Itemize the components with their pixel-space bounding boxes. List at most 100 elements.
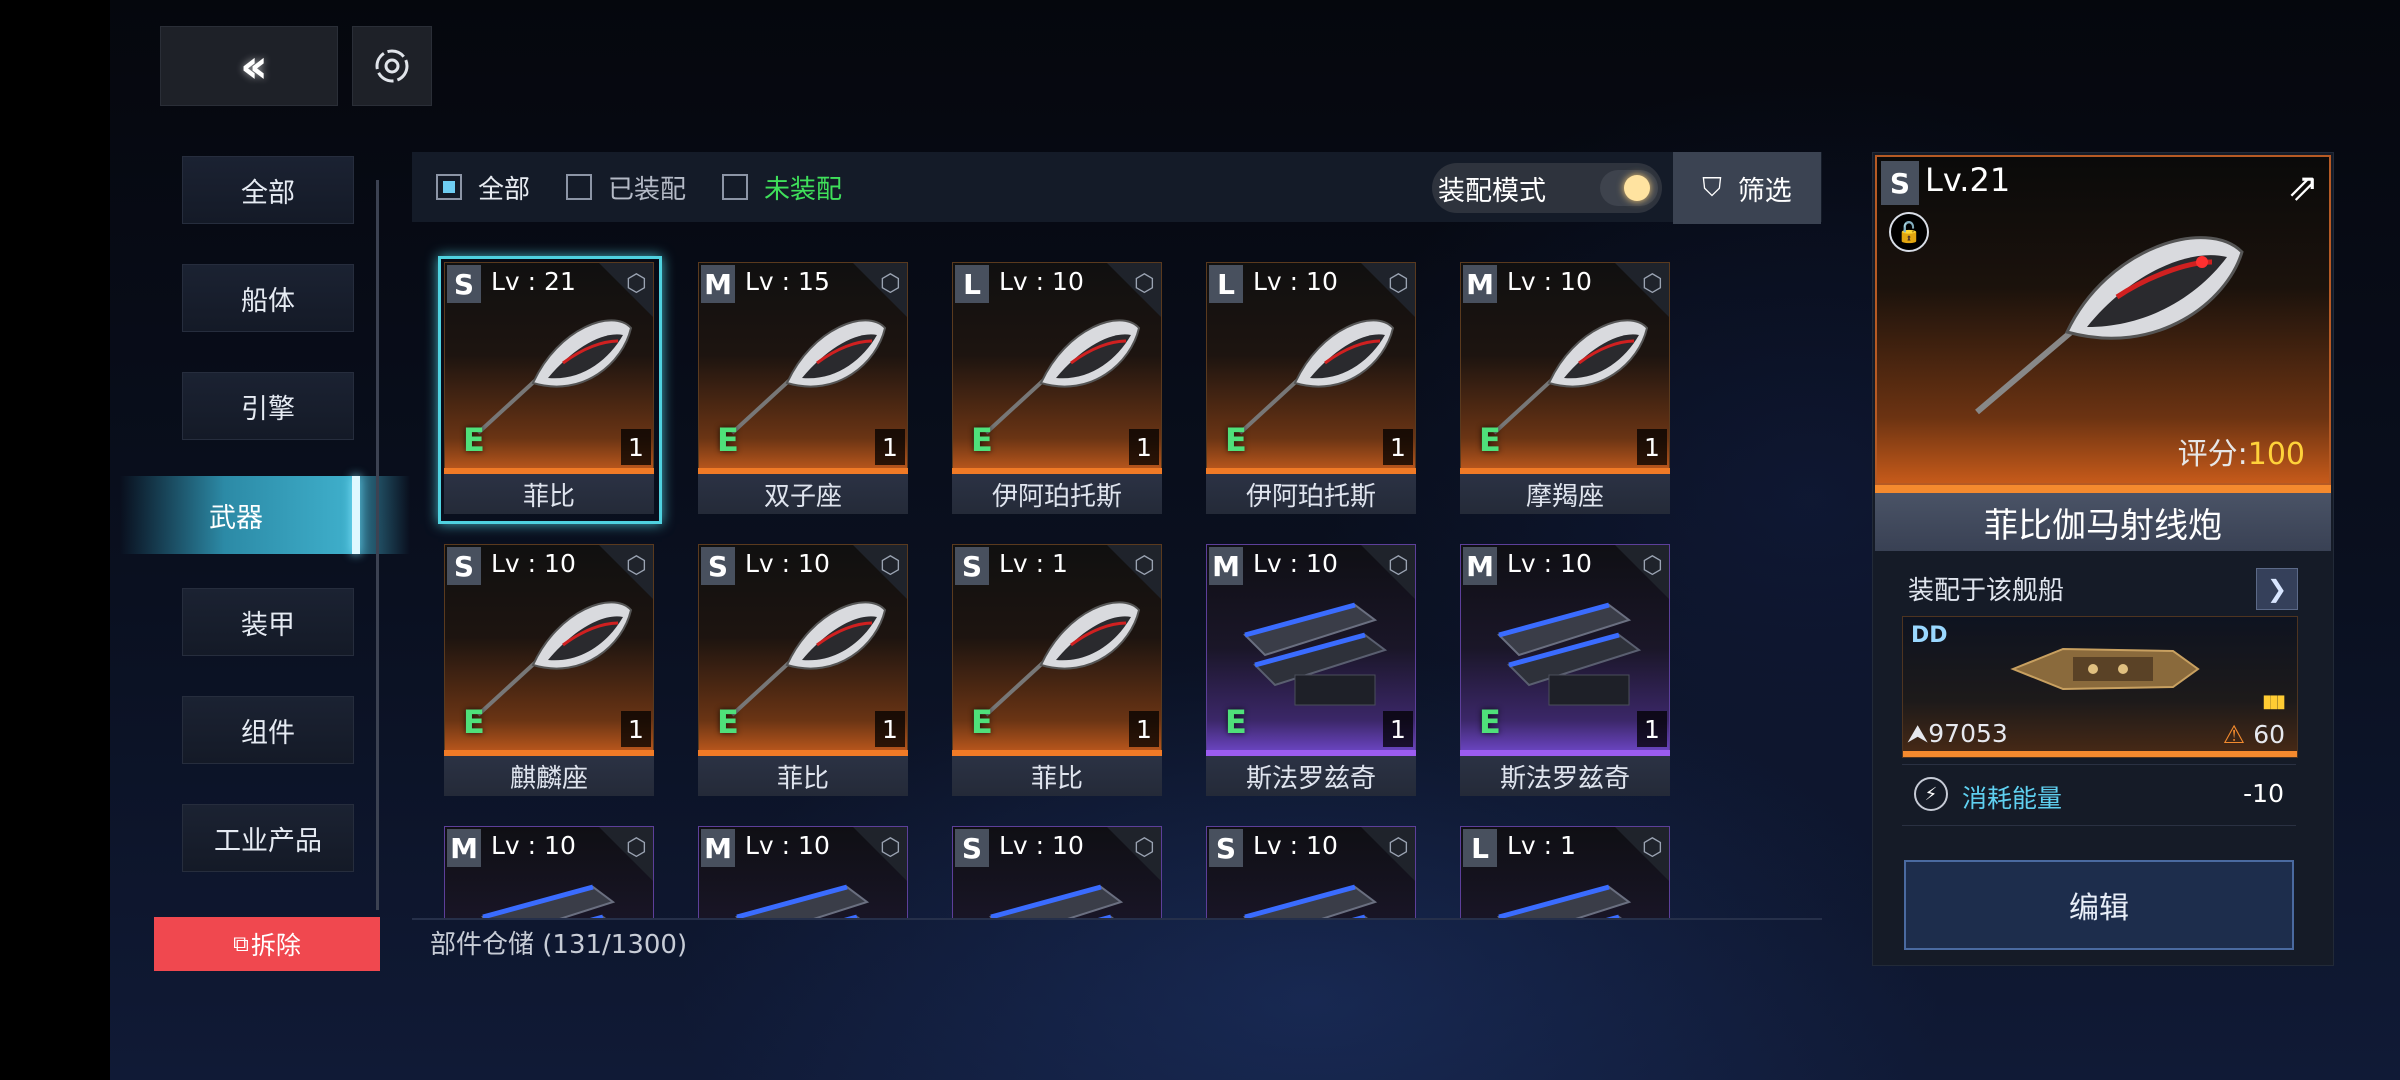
faction-icon: ⬡: [626, 833, 647, 861]
faction-icon: ⬡: [880, 551, 901, 579]
switch-knob: [1624, 175, 1650, 201]
active-glow: [360, 476, 410, 554]
item-card[interactable]: ⬡ M Lv : 10 E 1 斯法罗兹奇: [1460, 544, 1670, 800]
sidebar-item-industrial[interactable]: 工业产品: [182, 804, 354, 872]
size-badge: S: [447, 547, 481, 585]
unlock-icon[interactable]: 🔓: [1889, 212, 1929, 252]
detail-name: 菲比伽马射线炮: [1875, 493, 2331, 551]
faction-icon: ⬡: [1642, 551, 1663, 579]
item-name: 摩羯座: [1460, 474, 1670, 514]
faction-icon: ⬡: [626, 551, 647, 579]
filter-all-checkbox[interactable]: 全部: [436, 152, 530, 222]
ship-warning: ⚠ 60: [2223, 720, 2285, 749]
size-badge: S: [1209, 829, 1243, 867]
sidebar-item-component[interactable]: 组件: [182, 696, 354, 764]
filter-label: 筛选: [1737, 175, 1792, 207]
chevron-right-icon[interactable]: ❯: [2256, 568, 2298, 610]
checkbox-icon: [566, 174, 592, 200]
equipped-ship-card[interactable]: DD ▮▮▮ ⮝97053 ⚠ 60: [1902, 616, 2298, 758]
item-quantity: 1: [1637, 711, 1667, 747]
item-quantity: 1: [1129, 711, 1159, 747]
item-quantity: 1: [1129, 429, 1159, 465]
sidebar-item-armor[interactable]: 装甲: [182, 588, 354, 656]
faction-icon: ⬡: [1134, 269, 1155, 297]
item-level: Lv : 1: [1507, 831, 1576, 860]
grade-badge: E: [1479, 421, 1501, 459]
settings-button[interactable]: [352, 26, 432, 106]
filter-all-label: 全部: [478, 174, 531, 205]
size-badge: M: [701, 829, 735, 867]
item-art: ⬡ S Lv : 21 E 1: [444, 262, 654, 470]
item-name: 菲比: [698, 756, 908, 796]
item-art: ⬡ S Lv : 10: [952, 826, 1162, 918]
sidebar-item-engine[interactable]: 引擎: [182, 372, 354, 440]
item-card[interactable]: ⬡ S Lv : 10: [1206, 826, 1416, 918]
equip-mode-switch[interactable]: [1600, 170, 1658, 206]
size-badge: S: [447, 265, 481, 303]
size-badge: M: [1463, 265, 1497, 303]
item-quantity: 1: [1383, 711, 1413, 747]
grade-badge: E: [971, 703, 993, 741]
item-card[interactable]: ⬡ L Lv : 10 E 1 伊阿珀托斯: [952, 262, 1162, 518]
faction-icon: ⬡: [626, 269, 647, 297]
sidebar-item-label: 引擎: [241, 393, 295, 425]
item-card[interactable]: ⬡ M Lv : 15 E 1 双子座: [698, 262, 908, 518]
item-card[interactable]: ⬡ M Lv : 10: [444, 826, 654, 918]
item-level: Lv : 10: [1507, 549, 1592, 578]
sidebar-item-all[interactable]: 全部: [182, 156, 354, 224]
sidebar-divider: [376, 180, 379, 910]
grade-badge: E: [1479, 703, 1501, 741]
filter-equipped-checkbox[interactable]: 已装配: [566, 152, 686, 222]
edit-button[interactable]: 编辑: [1904, 860, 2294, 950]
item-art: ⬡ M Lv : 10: [698, 826, 908, 918]
filter-unequipped-label: 未装配: [764, 174, 843, 205]
score-value: 100: [2247, 437, 2305, 472]
item-level: Lv : 10: [745, 831, 830, 860]
item-card[interactable]: ⬡ S Lv : 10: [952, 826, 1162, 918]
detail-panel: S Lv.21 🔓 ⇗ 评分:100 菲比伽马射线炮: [1872, 152, 2334, 966]
item-card[interactable]: ⬡ L Lv : 10 E 1 伊阿珀托斯: [1206, 262, 1416, 518]
item-card[interactable]: ⬡ L Lv : 1: [1460, 826, 1670, 918]
item-level: Lv : 10: [1253, 267, 1338, 296]
item-level: Lv : 10: [745, 549, 830, 578]
item-card[interactable]: ⬡ S Lv : 10 E 1 菲比: [698, 544, 908, 800]
item-card[interactable]: ⬡ S Lv : 21 E 1 菲比: [438, 256, 662, 524]
demolish-icon: ⧉: [233, 931, 249, 957]
demolish-button[interactable]: ⧉ 拆除: [154, 917, 380, 971]
item-level: Lv : 10: [491, 831, 576, 860]
sidebar-item-label: 工业产品: [214, 825, 322, 857]
item-level: Lv : 10: [1253, 549, 1338, 578]
grade-badge: E: [717, 421, 739, 459]
sidebar-item-label: 装甲: [241, 609, 295, 641]
sidebar-item-hull[interactable]: 船体: [182, 264, 354, 332]
detail-art: S Lv.21 🔓 ⇗ 评分:100: [1875, 155, 2331, 485]
item-card[interactable]: ⬡ S Lv : 10 E 1 麒麟座: [444, 544, 654, 800]
ship-image: [2010, 647, 2200, 691]
item-quantity: 1: [875, 429, 905, 465]
external-link-icon[interactable]: ⇗: [2287, 165, 2319, 209]
lightning-icon: ⚡: [1914, 777, 1948, 811]
size-badge: M: [447, 829, 481, 867]
item-card[interactable]: ⬡ M Lv : 10: [698, 826, 908, 918]
sidebar-item-weapon[interactable]: 武器: [120, 476, 352, 554]
checkbox-checked-icon: [436, 174, 462, 200]
item-card[interactable]: ⬡ M Lv : 10 E 1 摩羯座: [1460, 262, 1670, 518]
back-button[interactable]: ‹‹: [160, 26, 338, 106]
item-name: 菲比: [444, 474, 654, 514]
item-level: Lv : 10: [999, 831, 1084, 860]
filter-unequipped-checkbox[interactable]: 未装配: [722, 152, 842, 222]
item-card[interactable]: ⬡ S Lv : 1 E 1 菲比: [952, 544, 1162, 800]
item-name: 伊阿珀托斯: [952, 474, 1162, 514]
item-card[interactable]: ⬡ M Lv : 10 E 1 斯法罗兹奇: [1206, 544, 1416, 800]
faction-icon: ⬡: [1388, 551, 1409, 579]
item-level: Lv : 1: [999, 549, 1068, 578]
ammo-icon: ▮▮▮: [2262, 691, 2286, 712]
demolish-label: 拆除: [250, 931, 301, 960]
grade-badge: E: [463, 421, 485, 459]
filter-button[interactable]: ⛉ 筛选: [1673, 152, 1821, 224]
equip-mode-label: 装配模式: [1438, 175, 1546, 207]
ship-warning-value: 60: [2253, 720, 2285, 749]
item-quantity: 1: [875, 711, 905, 747]
item-quantity: 1: [1637, 429, 1667, 465]
item-art: ⬡ M Lv : 10: [444, 826, 654, 918]
